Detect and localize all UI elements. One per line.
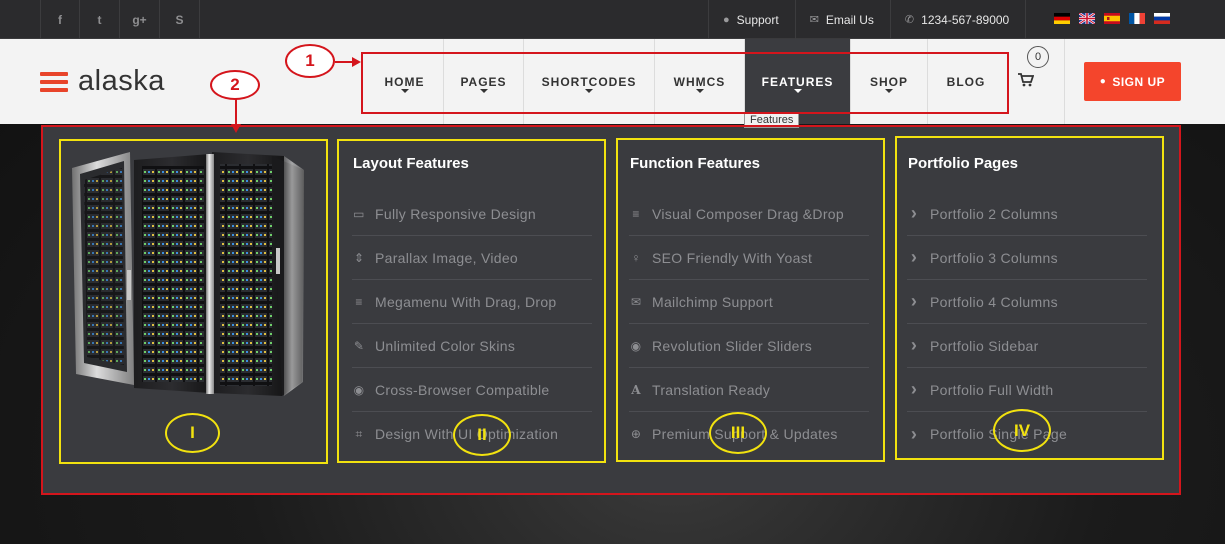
support-link[interactable]: ● Support <box>708 0 795 39</box>
envelope-icon: ✉ <box>809 14 819 26</box>
hamburger-icon <box>40 71 68 92</box>
contact-links: ● Support ✉ Email Us ✆ 1234-567-89000 <box>708 0 1027 39</box>
support-label: Support <box>736 12 779 27</box>
section-one-label: I <box>165 413 220 453</box>
callout-2: 2 <box>210 70 260 100</box>
language-switcher <box>1054 13 1170 24</box>
cart-count-badge: 0 <box>1027 46 1049 68</box>
user-icon: ● <box>1099 76 1107 87</box>
sign-up-button[interactable]: ● SIGN UP <box>1084 62 1181 101</box>
section-four-label: IV <box>993 409 1051 452</box>
section-three-label: III <box>709 412 767 454</box>
shopping-cart-icon[interactable] <box>1018 73 1034 87</box>
phone-label: 1234-567-89000 <box>921 12 1010 27</box>
callout-1: 1 <box>285 44 335 78</box>
russian-flag-icon[interactable] <box>1154 13 1170 24</box>
navigation-highlight-box <box>361 52 1009 114</box>
section-two-label: II <box>453 414 511 456</box>
phone-icon: ✆ <box>904 14 915 26</box>
french-flag-icon[interactable] <box>1129 13 1145 24</box>
top-bar: f t g+ S ● Support ✉ Email Us ✆ 1234-567… <box>0 0 1225 39</box>
header-divider <box>1064 39 1065 124</box>
twitter-icon[interactable]: t <box>80 0 120 39</box>
logo[interactable]: alaska <box>40 65 165 98</box>
facebook-icon[interactable]: f <box>40 0 80 39</box>
skype-icon[interactable]: S <box>160 0 200 39</box>
sign-up-label: SIGN UP <box>1112 74 1166 89</box>
social-links: f t g+ S <box>40 0 200 39</box>
spanish-flag-icon[interactable] <box>1104 13 1120 24</box>
phone-link[interactable]: ✆ 1234-567-89000 <box>889 0 1027 39</box>
uk-flag-icon[interactable] <box>1079 13 1095 24</box>
logo-text: alaska <box>78 65 165 97</box>
info-icon: ● <box>723 13 730 26</box>
email-label: Email Us <box>825 12 874 27</box>
german-flag-icon[interactable] <box>1054 13 1070 24</box>
google-plus-icon[interactable]: g+ <box>120 0 160 39</box>
email-link[interactable]: ✉ Email Us <box>794 0 890 39</box>
